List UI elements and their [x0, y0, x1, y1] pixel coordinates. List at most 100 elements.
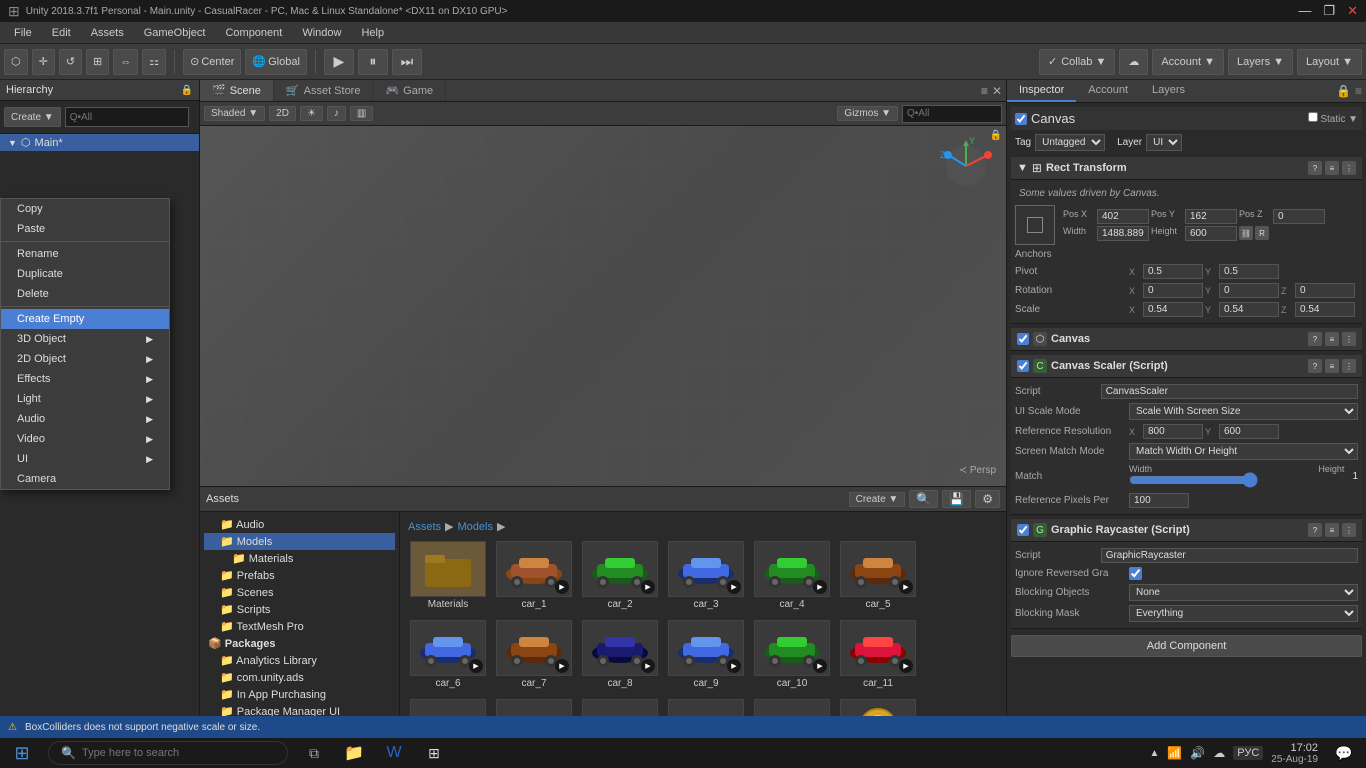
- ref-pixels-field[interactable]: [1129, 493, 1189, 508]
- lighting-toggle[interactable]: ☀: [300, 106, 323, 121]
- audio-toggle[interactable]: ♪: [327, 106, 346, 121]
- play-button[interactable]: ▶: [324, 49, 354, 75]
- ctx-copy[interactable]: Copy: [1, 199, 169, 219]
- asset-item-coin[interactable]: $ ▶ coin: [838, 697, 918, 716]
- asset-item-car12[interactable]: ▶ car_12: [408, 697, 488, 716]
- menu-component[interactable]: Component: [215, 25, 292, 41]
- systray-up-icon[interactable]: ▲: [1149, 748, 1159, 759]
- canvas-component-checkbox[interactable]: [1017, 333, 1029, 345]
- static-checkbox[interactable]: [1308, 112, 1318, 122]
- assets-tree-audio[interactable]: 📁 Audio: [204, 516, 395, 533]
- asset-item-car5[interactable]: ▶ car_5: [838, 539, 918, 612]
- ref-res-y-field[interactable]: [1219, 424, 1279, 439]
- assets-tree-analytics[interactable]: 📁 Analytics Library: [204, 652, 395, 669]
- blocking-objects-select[interactable]: None: [1129, 584, 1358, 601]
- assets-tree-iap[interactable]: 📁 In App Purchasing: [204, 686, 395, 703]
- add-component-button[interactable]: Add Component: [1011, 635, 1362, 657]
- pause-button[interactable]: ⏸: [358, 49, 388, 75]
- effects-toggle[interactable]: ▥: [350, 106, 373, 121]
- match-slider[interactable]: [1129, 474, 1258, 486]
- minimize-button[interactable]: —: [1298, 3, 1311, 19]
- pos-y-field[interactable]: [1185, 209, 1237, 224]
- tab-account[interactable]: Account: [1076, 80, 1140, 102]
- canvas-component-header[interactable]: ⬡ Canvas ? ≡ ⋮: [1011, 328, 1362, 351]
- menu-file[interactable]: File: [4, 25, 42, 41]
- assets-tree-prefabs[interactable]: 📁 Prefabs: [204, 567, 395, 584]
- canvas-scaler-checkbox[interactable]: [1017, 360, 1029, 372]
- width-field[interactable]: [1097, 226, 1149, 241]
- gizmos-dropdown[interactable]: Gizmos ▼: [837, 106, 898, 121]
- asset-item-car2[interactable]: ▶ car_2: [580, 539, 660, 612]
- assets-tree-scenes[interactable]: 📁 Scenes: [204, 584, 395, 601]
- pos-x-field[interactable]: [1097, 209, 1149, 224]
- task-view-button[interactable]: ⧉: [296, 739, 332, 767]
- tool-transform[interactable]: ⚏: [142, 49, 166, 75]
- assets-tree-models[interactable]: 📁 Models: [204, 533, 395, 550]
- notifications-button[interactable]: 💬: [1326, 739, 1362, 767]
- rect-transform-header[interactable]: ▼ ⊞ Rect Transform ? ≡ ⋮: [1011, 157, 1362, 180]
- start-button[interactable]: ⊞: [4, 739, 40, 767]
- menu-assets[interactable]: Assets: [81, 25, 134, 41]
- ctx-ui[interactable]: UI ▶: [1, 449, 169, 469]
- scene-view[interactable]: Y Z ≺ Persp 🔒: [200, 126, 1006, 486]
- scene-search-input[interactable]: [902, 105, 1002, 123]
- ctx-rename[interactable]: Rename: [1, 244, 169, 264]
- title-bar-controls[interactable]: — ❐ ✕: [1298, 3, 1358, 19]
- tool-scale[interactable]: ⊞: [86, 49, 109, 75]
- close-button[interactable]: ✕: [1347, 3, 1358, 19]
- graphic-raycaster-checkbox[interactable]: [1017, 524, 1029, 536]
- scaler-settings-icon[interactable]: ≡: [1325, 359, 1339, 373]
- scene-tab[interactable]: 🎬 Scene: [200, 80, 274, 101]
- 2d-toggle[interactable]: 2D: [269, 106, 296, 121]
- asset-store-tab[interactable]: 🛒 Asset Store: [274, 80, 374, 101]
- ctx-camera[interactable]: Camera: [1, 469, 169, 489]
- scale-y-field[interactable]: [1219, 302, 1279, 317]
- asset-item-car7[interactable]: ▶ car_7: [494, 618, 574, 691]
- global-toggle[interactable]: 🌐 Global: [245, 49, 307, 75]
- asset-item-materials[interactable]: Materials: [408, 539, 488, 612]
- canvas-info-icon[interactable]: ?: [1308, 332, 1322, 346]
- assets-tree-textmesh[interactable]: 📁 TextMesh Pro: [204, 618, 395, 635]
- taskbar-search-input[interactable]: [82, 747, 262, 759]
- assets-tree-packages[interactable]: 📦 Packages: [204, 635, 395, 652]
- screen-match-select[interactable]: Match Width Or Height: [1129, 443, 1358, 460]
- assets-search-icon[interactable]: 🔍: [909, 490, 938, 508]
- assets-tree-materials[interactable]: 📁 Materials: [204, 550, 395, 567]
- constrain-ratio-icon[interactable]: ⛓: [1239, 226, 1253, 240]
- ctx-2d-object[interactable]: 2D Object ▶: [1, 349, 169, 369]
- menu-gameobject[interactable]: GameObject: [134, 25, 216, 41]
- scaler-script-field[interactable]: [1101, 384, 1358, 399]
- assets-settings-icon[interactable]: ⚙: [975, 490, 1000, 508]
- pivot-y-field[interactable]: [1219, 264, 1279, 279]
- asset-item-car10[interactable]: ▶ car_10: [752, 618, 832, 691]
- hierarchy-create-button[interactable]: Create ▼: [4, 107, 61, 127]
- scale-x-field[interactable]: [1143, 302, 1203, 317]
- menu-help[interactable]: Help: [351, 25, 394, 41]
- ctx-light[interactable]: Light ▶: [1, 389, 169, 409]
- rot-y-field[interactable]: [1219, 283, 1279, 298]
- rect-info-icon[interactable]: ?: [1308, 161, 1322, 175]
- hierarchy-item-main[interactable]: ▼ ⬡ Main*: [0, 134, 199, 151]
- raycaster-more-icon[interactable]: ⋮: [1342, 523, 1356, 537]
- ref-res-x-field[interactable]: [1143, 424, 1203, 439]
- unity-taskbar-button[interactable]: ⊞: [416, 739, 452, 767]
- maximize-button[interactable]: ❐: [1323, 3, 1335, 19]
- tab-layers[interactable]: Layers: [1140, 80, 1197, 102]
- raycaster-script-field[interactable]: [1101, 548, 1358, 563]
- assets-save-icon[interactable]: 💾: [942, 490, 971, 508]
- rect-settings-icon[interactable]: ≡: [1325, 161, 1339, 175]
- ctx-audio[interactable]: Audio ▶: [1, 409, 169, 429]
- inspector-lock-icon[interactable]: 🔒: [1336, 84, 1351, 98]
- breadcrumb-assets[interactable]: Assets: [408, 521, 441, 533]
- tab-inspector[interactable]: Inspector: [1007, 80, 1076, 102]
- ctx-video[interactable]: Video ▶: [1, 429, 169, 449]
- canvas-active-checkbox[interactable]: [1015, 113, 1027, 125]
- pivot-x-field[interactable]: [1143, 264, 1203, 279]
- collab-button[interactable]: ✓ Collab ▼: [1039, 49, 1115, 75]
- menu-edit[interactable]: Edit: [42, 25, 81, 41]
- tool-rect[interactable]: ⇔: [113, 49, 138, 75]
- pos-z-field[interactable]: [1273, 209, 1325, 224]
- asset-item-car8[interactable]: ▶ car_8: [580, 618, 660, 691]
- ctx-delete[interactable]: Delete: [1, 284, 169, 304]
- layout-button[interactable]: Layout ▼: [1297, 49, 1362, 75]
